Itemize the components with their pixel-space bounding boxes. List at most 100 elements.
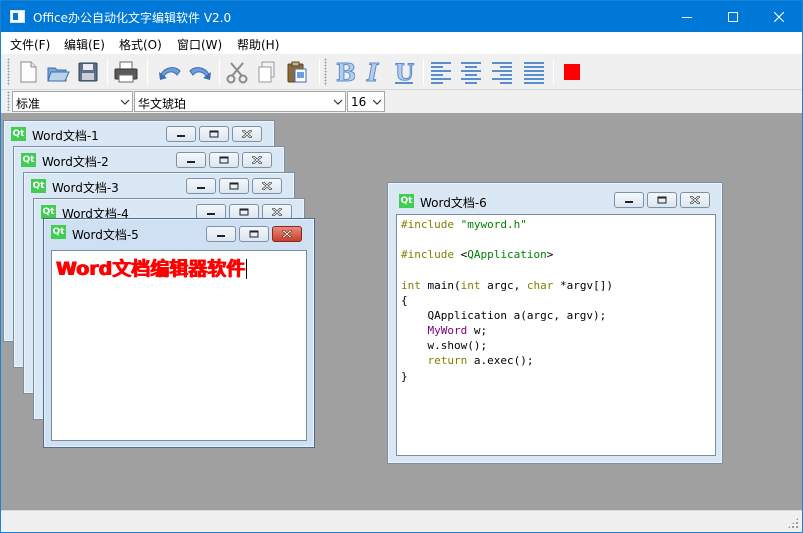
subwindow-close-button[interactable]	[680, 192, 710, 208]
underline-button[interactable]: U	[389, 57, 419, 87]
close-button[interactable]	[756, 1, 802, 32]
code-token: main(	[420, 279, 461, 292]
subwindow-close-button[interactable]	[242, 152, 272, 168]
restore-icon	[239, 208, 249, 216]
minimize-icon	[197, 187, 205, 189]
main-toolbar: B I U	[1, 54, 802, 90]
subwindow-restore-button[interactable]	[239, 226, 269, 242]
toolbar-grip[interactable]	[324, 58, 327, 86]
svg-text:B: B	[336, 59, 355, 85]
toolbar-separator	[553, 59, 554, 85]
open-file-icon	[47, 67, 70, 82]
align-justify-button[interactable]	[519, 57, 549, 87]
subwindow-titlebar[interactable]: Qt Word文档-6	[388, 183, 722, 210]
bold-button[interactable]: B	[329, 57, 359, 87]
qt-icon: Qt	[399, 194, 414, 208]
style-combobox[interactable]: 标准	[12, 91, 133, 112]
close-icon	[282, 230, 292, 238]
chevron-down-icon	[372, 99, 382, 105]
italic-icon: I	[366, 59, 380, 85]
resize-grip[interactable]	[787, 517, 799, 529]
code-token: int	[460, 279, 481, 292]
menu-edit[interactable]: 编辑(E)	[64, 36, 105, 53]
subwindow-5[interactable]: Qt Word文档-5 Word文档编辑器软件	[43, 218, 315, 448]
open-file-button[interactable]	[43, 57, 73, 87]
cut-button[interactable]	[222, 57, 252, 87]
close-icon	[774, 11, 784, 22]
subwindow-minimize-button[interactable]	[176, 152, 206, 168]
subwindow-minimize-button[interactable]	[614, 192, 644, 208]
toolbar-grip[interactable]	[7, 58, 10, 86]
code-line: w.show();	[401, 339, 488, 352]
redo-icon	[189, 67, 211, 80]
subwindow-minimize-button[interactable]	[186, 178, 216, 194]
code-token: return	[427, 354, 468, 367]
undo-button[interactable]	[155, 57, 185, 87]
copy-button[interactable]	[252, 57, 282, 87]
close-icon	[690, 196, 700, 204]
paste-button[interactable]	[282, 57, 312, 87]
code-editor[interactable]: #include "myword.h" #include <QApplicati…	[396, 214, 716, 456]
save-icon	[78, 62, 98, 82]
align-right-icon	[492, 62, 512, 84]
subwindow-restore-button[interactable]	[209, 152, 239, 168]
subwindow-titlebar[interactable]: Qt Word文档-2	[14, 147, 284, 173]
menu-window[interactable]: 窗口(W)	[177, 36, 222, 53]
svg-text:I: I	[366, 59, 379, 85]
subwindow-restore-button[interactable]	[199, 126, 229, 142]
subwindow-title: Word文档-2	[42, 155, 109, 169]
menu-format[interactable]: 格式(O)	[119, 36, 162, 53]
align-left-button[interactable]	[426, 57, 456, 87]
font-size-combobox[interactable]: 16	[347, 91, 385, 112]
minimize-icon	[682, 16, 692, 18]
maximize-button[interactable]	[710, 1, 756, 32]
font-value: 华文琥珀	[138, 97, 187, 111]
code-token: >	[546, 248, 554, 261]
subwindow-title: Word文档-5	[72, 228, 139, 242]
subwindow-6[interactable]: Qt Word文档-6 #include "myword.h" #include…	[387, 182, 723, 464]
subwindow-close-button[interactable]	[232, 126, 262, 142]
chevron-down-icon	[120, 99, 130, 105]
paste-icon	[287, 61, 307, 83]
subwindow-titlebar[interactable]: Qt Word文档-3	[24, 173, 294, 199]
color-button[interactable]	[557, 57, 587, 87]
qt-icon: Qt	[11, 127, 26, 141]
cut-icon	[226, 62, 248, 84]
code-token: QApplication	[467, 248, 547, 261]
document-editor[interactable]: Word文档编辑器软件	[51, 250, 307, 441]
font-combobox[interactable]: 华文琥珀	[134, 91, 346, 112]
subwindow-close-button[interactable]	[272, 226, 302, 242]
code-token: "myword.h"	[453, 218, 527, 231]
code-token: MyWord	[427, 324, 468, 337]
restore-icon	[229, 182, 239, 190]
subwindow-close-button[interactable]	[252, 178, 282, 194]
mdi-area[interactable]: Qt Word文档-1 Qt Word文档-2 Qt Word文档-3 Qt W…	[1, 113, 802, 510]
subwindow-restore-button[interactable]	[647, 192, 677, 208]
code-line: MyWord w;	[401, 324, 488, 337]
close-icon	[252, 156, 262, 164]
subwindow-restore-button[interactable]	[219, 178, 249, 194]
restore-icon	[209, 130, 219, 138]
subwindow-titlebar[interactable]: Qt Word文档-5	[44, 219, 314, 245]
print-button[interactable]	[111, 57, 141, 87]
new-file-button[interactable]	[13, 57, 43, 87]
align-center-button[interactable]	[456, 57, 486, 87]
document-text-content: Word文档编辑器软件	[56, 258, 246, 280]
title-bar[interactable]: Office办公自动化文字编辑软件 V2.0	[1, 1, 802, 32]
copy-icon	[258, 61, 275, 83]
maximize-icon	[728, 11, 738, 22]
italic-button[interactable]: I	[359, 57, 389, 87]
align-right-button[interactable]	[487, 57, 517, 87]
menu-file[interactable]: 文件(F)	[10, 36, 50, 53]
code-token: *argv[])	[553, 279, 613, 292]
close-icon	[242, 130, 252, 138]
menu-help[interactable]: 帮助(H)	[237, 36, 279, 53]
redo-button[interactable]	[185, 57, 215, 87]
toolbar-grip[interactable]	[7, 91, 10, 111]
minimize-button[interactable]	[664, 1, 710, 32]
subwindow-minimize-button[interactable]	[166, 126, 196, 142]
subwindow-minimize-button[interactable]	[206, 226, 236, 242]
subwindow-titlebar[interactable]: Qt Word文档-1	[4, 121, 274, 147]
save-button[interactable]	[73, 57, 103, 87]
close-icon	[272, 208, 282, 216]
